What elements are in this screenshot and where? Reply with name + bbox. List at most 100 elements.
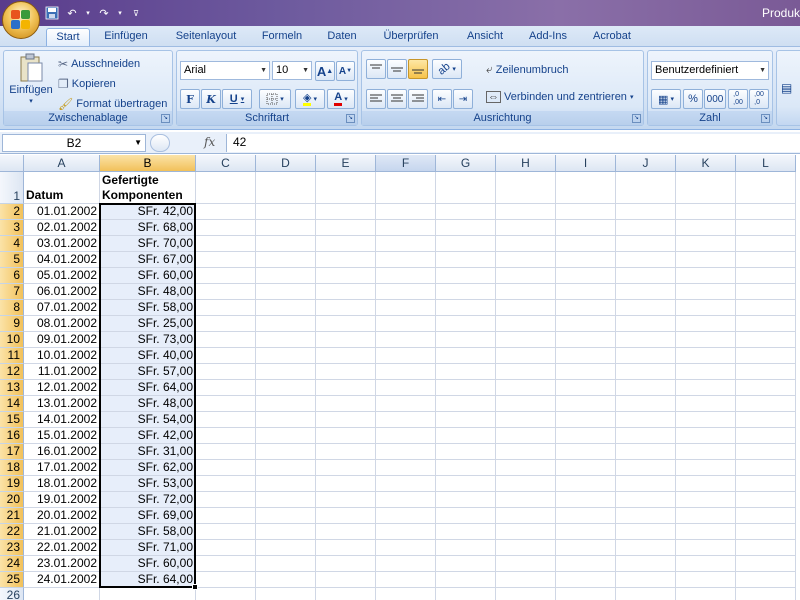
cell-b1[interactable]: Gefertigte Komponenten xyxy=(100,172,196,204)
cell-c2[interactable] xyxy=(196,204,256,220)
cell-a19[interactable]: 18.01.2002 xyxy=(24,476,100,492)
column-header-g[interactable]: G xyxy=(436,155,496,172)
cell-h17[interactable] xyxy=(496,444,556,460)
row-header-17[interactable]: 17 xyxy=(0,444,24,460)
cell-a6[interactable]: 05.01.2002 xyxy=(24,268,100,284)
cell-l21[interactable] xyxy=(736,508,796,524)
cell-j1[interactable] xyxy=(616,172,676,204)
tab-formeln[interactable]: Formeln xyxy=(254,28,310,46)
cell-g8[interactable] xyxy=(436,300,496,316)
align-right-button[interactable] xyxy=(408,89,428,109)
cell-b6[interactable]: SFr. 60,00 xyxy=(100,268,196,284)
row-header-26[interactable]: 26 xyxy=(0,588,24,600)
cell-d7[interactable] xyxy=(256,284,316,300)
cell-k25[interactable] xyxy=(676,572,736,588)
cell-d25[interactable] xyxy=(256,572,316,588)
column-header-d[interactable]: D xyxy=(256,155,316,172)
cell-l11[interactable] xyxy=(736,348,796,364)
cell-k15[interactable] xyxy=(676,412,736,428)
cell-h8[interactable] xyxy=(496,300,556,316)
cell-j14[interactable] xyxy=(616,396,676,412)
cell-k5[interactable] xyxy=(676,252,736,268)
cell-d21[interactable] xyxy=(256,508,316,524)
cell-c20[interactable] xyxy=(196,492,256,508)
cell-b18[interactable]: SFr. 62,00 xyxy=(100,460,196,476)
cell-l14[interactable] xyxy=(736,396,796,412)
clipboard-launcher-icon[interactable]: ↘ xyxy=(161,114,170,123)
row-header-2[interactable]: 2 xyxy=(0,204,24,220)
cell-l7[interactable] xyxy=(736,284,796,300)
tab-acrobat[interactable]: Acrobat xyxy=(584,28,640,46)
cell-f14[interactable] xyxy=(376,396,436,412)
shrink-font-button[interactable]: A ▼ xyxy=(336,61,355,81)
row-header-1[interactable]: 1 xyxy=(0,172,24,204)
chevron-down-icon[interactable]: ▼ xyxy=(134,135,142,151)
cell-h15[interactable] xyxy=(496,412,556,428)
cell-c5[interactable] xyxy=(196,252,256,268)
cell-g10[interactable] xyxy=(436,332,496,348)
cell-j17[interactable] xyxy=(616,444,676,460)
row-header-7[interactable]: 7 xyxy=(0,284,24,300)
cell-l16[interactable] xyxy=(736,428,796,444)
cell-b7[interactable]: SFr. 48,00 xyxy=(100,284,196,300)
cell-f19[interactable] xyxy=(376,476,436,492)
align-bottom-button[interactable] xyxy=(408,59,428,79)
cell-c25[interactable] xyxy=(196,572,256,588)
cell-g22[interactable] xyxy=(436,524,496,540)
font-launcher-icon[interactable]: ↘ xyxy=(346,114,355,123)
cell-j20[interactable] xyxy=(616,492,676,508)
cell-i9[interactable] xyxy=(556,316,616,332)
cell-h23[interactable] xyxy=(496,540,556,556)
cell-f23[interactable] xyxy=(376,540,436,556)
cell-g15[interactable] xyxy=(436,412,496,428)
cell-l17[interactable] xyxy=(736,444,796,460)
cell-l15[interactable] xyxy=(736,412,796,428)
row-header-21[interactable]: 21 xyxy=(0,508,24,524)
cell-c21[interactable] xyxy=(196,508,256,524)
cell-i22[interactable] xyxy=(556,524,616,540)
merge-center-button[interactable]: ⇔ Verbinden und zentrieren ▾ xyxy=(486,91,633,103)
cell-d16[interactable] xyxy=(256,428,316,444)
cell-g12[interactable] xyxy=(436,364,496,380)
insert-function-icon[interactable]: fx xyxy=(204,135,215,149)
cell-d15[interactable] xyxy=(256,412,316,428)
undo-dropdown-icon[interactable]: ▾ xyxy=(84,5,92,21)
italic-button[interactable]: K xyxy=(201,89,221,109)
cell-g16[interactable] xyxy=(436,428,496,444)
row-header-20[interactable]: 20 xyxy=(0,492,24,508)
cell-i10[interactable] xyxy=(556,332,616,348)
cell-g20[interactable] xyxy=(436,492,496,508)
cell-a9[interactable]: 08.01.2002 xyxy=(24,316,100,332)
row-header-5[interactable]: 5 xyxy=(0,252,24,268)
cell-a26[interactable] xyxy=(24,588,100,600)
orientation-button[interactable]: ab ▾ xyxy=(432,59,462,79)
cell-k10[interactable] xyxy=(676,332,736,348)
cell-f3[interactable] xyxy=(376,220,436,236)
cell-h13[interactable] xyxy=(496,380,556,396)
cell-d19[interactable] xyxy=(256,476,316,492)
formula-input[interactable]: 42 xyxy=(226,134,800,152)
cell-j8[interactable] xyxy=(616,300,676,316)
cell-d18[interactable] xyxy=(256,460,316,476)
cell-d8[interactable] xyxy=(256,300,316,316)
cell-d17[interactable] xyxy=(256,444,316,460)
cell-j3[interactable] xyxy=(616,220,676,236)
row-header-8[interactable]: 8 xyxy=(0,300,24,316)
cell-l4[interactable] xyxy=(736,236,796,252)
cell-b26[interactable] xyxy=(100,588,196,600)
fill-color-button[interactable]: ◈ ▾ xyxy=(295,89,325,109)
cell-l23[interactable] xyxy=(736,540,796,556)
cell-a21[interactable]: 20.01.2002 xyxy=(24,508,100,524)
cell-h22[interactable] xyxy=(496,524,556,540)
cell-i11[interactable] xyxy=(556,348,616,364)
grow-font-button[interactable]: A ▲ xyxy=(315,61,335,81)
cell-g21[interactable] xyxy=(436,508,496,524)
cell-c23[interactable] xyxy=(196,540,256,556)
cell-k9[interactable] xyxy=(676,316,736,332)
cell-f24[interactable] xyxy=(376,556,436,572)
cell-i13[interactable] xyxy=(556,380,616,396)
cell-j9[interactable] xyxy=(616,316,676,332)
cell-d2[interactable] xyxy=(256,204,316,220)
undo-icon[interactable]: ↶ xyxy=(64,5,80,21)
cell-b20[interactable]: SFr. 72,00 xyxy=(100,492,196,508)
